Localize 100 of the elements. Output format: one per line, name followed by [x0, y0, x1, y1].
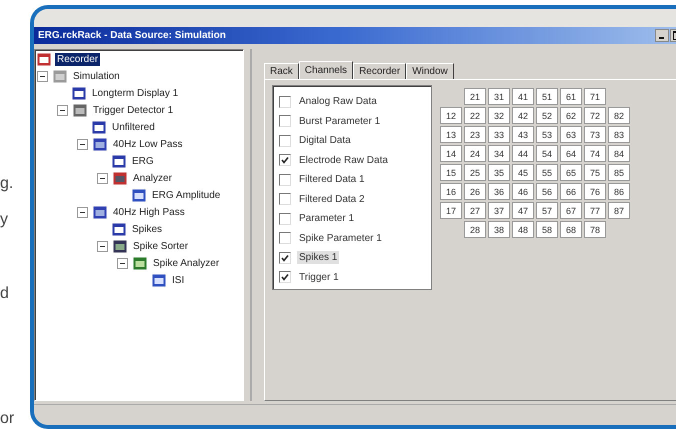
- tree-item[interactable]: ERG Amplitude: [150, 189, 222, 202]
- electrode-button[interactable]: 31: [488, 88, 510, 105]
- electrode-button[interactable]: 77: [584, 202, 606, 219]
- electrode-button[interactable]: 43: [512, 126, 534, 143]
- tree-item[interactable]: Simulation: [71, 70, 122, 83]
- tab[interactable]: Recorder: [353, 63, 406, 79]
- electrode-button[interactable]: 73: [584, 126, 606, 143]
- channel-label[interactable]: Electrode Raw Data: [297, 154, 390, 167]
- collapse-toggle-icon[interactable]: [77, 207, 88, 218]
- electrode-button[interactable]: 71: [584, 88, 606, 105]
- collapse-toggle-icon[interactable]: [97, 241, 108, 252]
- electrode-button[interactable]: 68: [560, 221, 582, 238]
- tree-item[interactable]: Longterm Display 1: [90, 87, 180, 100]
- electrode-button[interactable]: 74: [584, 145, 606, 162]
- collapse-toggle-icon[interactable]: [57, 105, 68, 116]
- tab[interactable]: Rack: [264, 63, 299, 79]
- electrode-button[interactable]: 56: [536, 183, 558, 200]
- electrode-button[interactable]: 45: [512, 164, 534, 181]
- tree-item[interactable]: Trigger Detector 1: [91, 104, 176, 117]
- checkbox[interactable]: [279, 252, 291, 264]
- checkbox[interactable]: [279, 115, 291, 128]
- electrode-button[interactable]: 23: [464, 126, 486, 143]
- collapse-toggle-icon[interactable]: [37, 71, 48, 82]
- electrode-button[interactable]: 54: [536, 145, 558, 162]
- checkbox[interactable]: [279, 154, 291, 166]
- tree-item[interactable]: Spike Sorter: [131, 240, 190, 253]
- tree-item[interactable]: 40Hz High Pass: [111, 206, 187, 219]
- electrode-button[interactable]: 72: [584, 107, 606, 124]
- electrode-button[interactable]: 67: [560, 202, 582, 219]
- electrode-button[interactable]: 26: [464, 183, 486, 200]
- checkbox[interactable]: [279, 232, 291, 244]
- channel-label[interactable]: Spike Parameter 1: [297, 232, 384, 245]
- electrode-button[interactable]: 33: [488, 126, 510, 143]
- electrode-button[interactable]: 78: [584, 221, 606, 238]
- tree-item[interactable]: 40Hz Low Pass: [111, 138, 184, 151]
- electrode-button[interactable]: 52: [536, 107, 558, 124]
- channel-label[interactable]: Digital Data: [297, 134, 353, 148]
- electrode-button[interactable]: 48: [512, 221, 534, 238]
- checkbox[interactable]: [279, 212, 291, 225]
- electrode-button[interactable]: 36: [488, 183, 510, 200]
- electrode-button[interactable]: 42: [512, 107, 534, 124]
- electrode-button[interactable]: 12: [440, 107, 462, 124]
- tree-item[interactable]: Spikes: [130, 223, 164, 236]
- electrode-button[interactable]: 37: [488, 202, 510, 219]
- tab[interactable]: Channels: [298, 61, 354, 79]
- tree-item[interactable]: Unfiltered: [110, 121, 157, 134]
- electrode-button[interactable]: 24: [464, 145, 486, 162]
- electrode-button[interactable]: 44: [512, 145, 534, 162]
- electrode-button[interactable]: 17: [440, 202, 462, 219]
- electrode-button[interactable]: 14: [440, 145, 462, 162]
- electrode-button[interactable]: 34: [488, 145, 510, 162]
- checkbox[interactable]: [279, 134, 291, 147]
- electrode-button[interactable]: 51: [536, 88, 558, 105]
- collapse-toggle-icon[interactable]: [97, 173, 108, 184]
- electrode-button[interactable]: 35: [488, 164, 510, 181]
- electrode-button[interactable]: 66: [560, 183, 582, 200]
- minimize-icon[interactable]: [655, 29, 669, 42]
- collapse-toggle-icon[interactable]: [117, 258, 128, 269]
- electrode-button[interactable]: 22: [464, 107, 486, 124]
- electrode-button[interactable]: 27: [464, 202, 486, 219]
- electrode-button[interactable]: 47: [512, 202, 534, 219]
- checkbox[interactable]: [279, 96, 291, 108]
- channel-label[interactable]: Trigger 1: [297, 270, 341, 284]
- electrode-button[interactable]: 25: [464, 164, 486, 181]
- tree-item[interactable]: Recorder: [55, 53, 100, 66]
- channel-label[interactable]: Analog Raw Data: [297, 95, 379, 108]
- checkbox[interactable]: [279, 193, 291, 206]
- electrode-button[interactable]: 65: [560, 164, 582, 181]
- checkbox[interactable]: [279, 271, 291, 284]
- electrode-button[interactable]: 61: [560, 88, 582, 105]
- electrode-button[interactable]: 58: [536, 221, 558, 238]
- tree-item[interactable]: Spike Analyzer: [151, 257, 222, 270]
- channel-label[interactable]: Spikes 1: [297, 251, 340, 264]
- electrode-button[interactable]: 85: [608, 164, 630, 181]
- electrode-button[interactable]: 86: [608, 183, 630, 200]
- channel-label[interactable]: Filtered Data 2: [297, 192, 367, 206]
- channel-label[interactable]: Parameter 1: [297, 212, 356, 226]
- electrode-button[interactable]: 28: [464, 221, 486, 238]
- electrode-button[interactable]: 84: [608, 145, 630, 162]
- electrode-button[interactable]: 38: [488, 221, 510, 238]
- checkbox[interactable]: [279, 174, 291, 186]
- electrode-button[interactable]: 75: [584, 164, 606, 181]
- tree-item[interactable]: ISI: [170, 274, 186, 287]
- electrode-button[interactable]: 21: [464, 88, 486, 105]
- channel-label[interactable]: Filtered Data 1: [297, 173, 367, 186]
- electrode-button[interactable]: 53: [536, 126, 558, 143]
- electrode-button[interactable]: 62: [560, 107, 582, 124]
- electrode-button[interactable]: 55: [536, 164, 558, 181]
- electrode-button[interactable]: 16: [440, 183, 462, 200]
- electrode-button[interactable]: 76: [584, 183, 606, 200]
- electrode-button[interactable]: 15: [440, 164, 462, 181]
- electrode-button[interactable]: 57: [536, 202, 558, 219]
- tree-item[interactable]: ERG: [130, 155, 156, 168]
- tab[interactable]: Window: [406, 63, 454, 79]
- tree-item[interactable]: Analyzer: [131, 172, 174, 185]
- electrode-button[interactable]: 64: [560, 145, 582, 162]
- channel-label[interactable]: Burst Parameter 1: [297, 114, 382, 128]
- electrode-button[interactable]: 32: [488, 107, 510, 124]
- electrode-button[interactable]: 87: [608, 202, 630, 219]
- electrode-button[interactable]: 41: [512, 88, 534, 105]
